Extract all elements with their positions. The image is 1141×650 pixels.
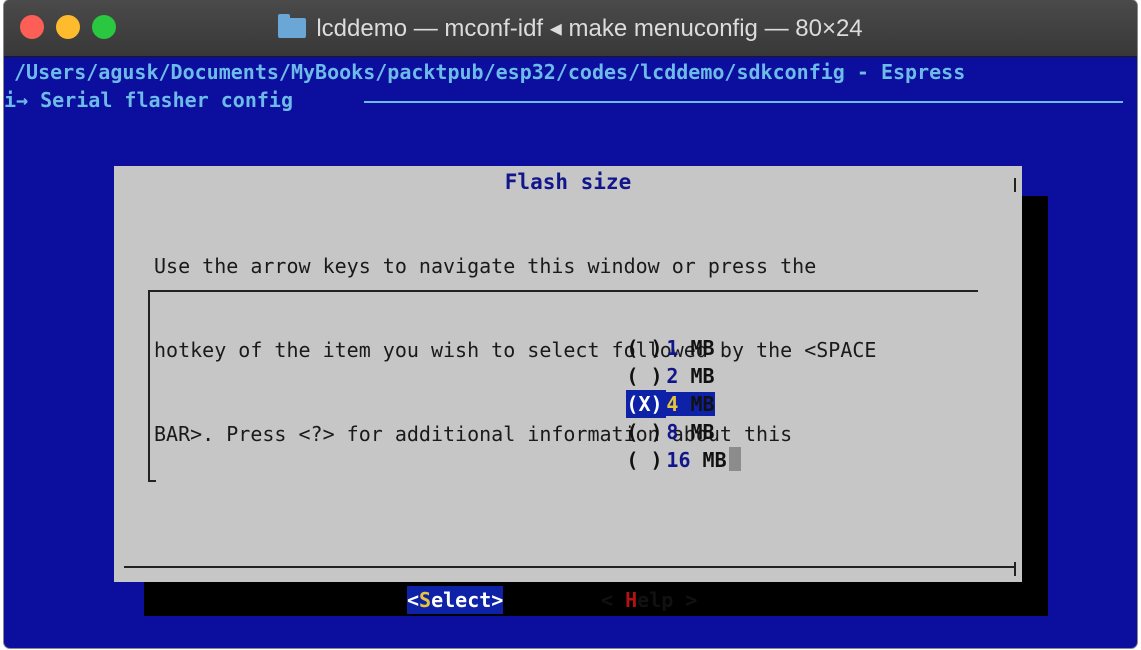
list-box-corner	[148, 480, 156, 482]
option-4mb[interactable]: (X) 4 MB	[506, 362, 741, 418]
list-box-top-border	[148, 290, 978, 292]
flash-size-dialog: Flash size Use the arrow keys to navigat…	[114, 166, 1022, 614]
dialog-title: Flash size	[504, 170, 632, 194]
option-16mb[interactable]: ( ) 16 MB	[506, 418, 741, 472]
list-box-left-border	[148, 290, 150, 480]
dialog-bottom-border	[124, 566, 1016, 568]
config-path: /Users/agusk/Documents/MyBooks/packtpub/…	[14, 60, 966, 84]
window-title: lcddemo — mconf-idf ◂ make menuconfig — …	[316, 14, 863, 42]
option-list: ( ) 1 MB ( ) 2 MB (X) 4 MB ( ) 8 MB ( ) 16 MB	[506, 306, 741, 472]
help-button[interactable]: < Help >	[601, 586, 697, 614]
dialog-border-tick	[1014, 562, 1016, 576]
option-label: 16 MB	[666, 448, 726, 472]
option-unit: MB	[690, 448, 727, 472]
title-bar: lcddemo — mconf-idf ◂ make menuconfig — …	[4, 0, 1137, 57]
select-button[interactable]: <Select>	[407, 586, 504, 614]
button-bracket: <	[407, 588, 420, 612]
option-1mb[interactable]: ( ) 1 MB	[506, 306, 741, 360]
breadcrumb-rule	[364, 101, 1123, 103]
hotkey: H	[625, 588, 638, 612]
radio-mark: ( )	[626, 448, 663, 472]
button-label: elect>	[431, 588, 504, 612]
text-cursor	[728, 447, 741, 471]
hotkey: S	[419, 588, 432, 612]
terminal-window: lcddemo — mconf-idf ◂ make menuconfig — …	[4, 0, 1137, 648]
hotkey: 16	[666, 448, 691, 472]
button-label: elp >	[637, 588, 698, 612]
button-bracket: <	[601, 588, 626, 612]
window-title-group: lcddemo — mconf-idf ◂ make menuconfig — …	[4, 0, 1137, 56]
terminal-screen[interactable]: /Users/agusk/Documents/MyBooks/packtpub/…	[4, 56, 1137, 648]
dialog-border-tick	[1014, 178, 1016, 192]
folder-icon	[278, 14, 307, 38]
help-line: Use the arrow keys to navigate this wind…	[154, 254, 817, 278]
option-8mb[interactable]: ( ) 8 MB	[506, 390, 741, 444]
option-2mb[interactable]: ( ) 2 MB	[506, 334, 741, 388]
breadcrumb: i→ Serial flasher config	[4, 88, 293, 112]
